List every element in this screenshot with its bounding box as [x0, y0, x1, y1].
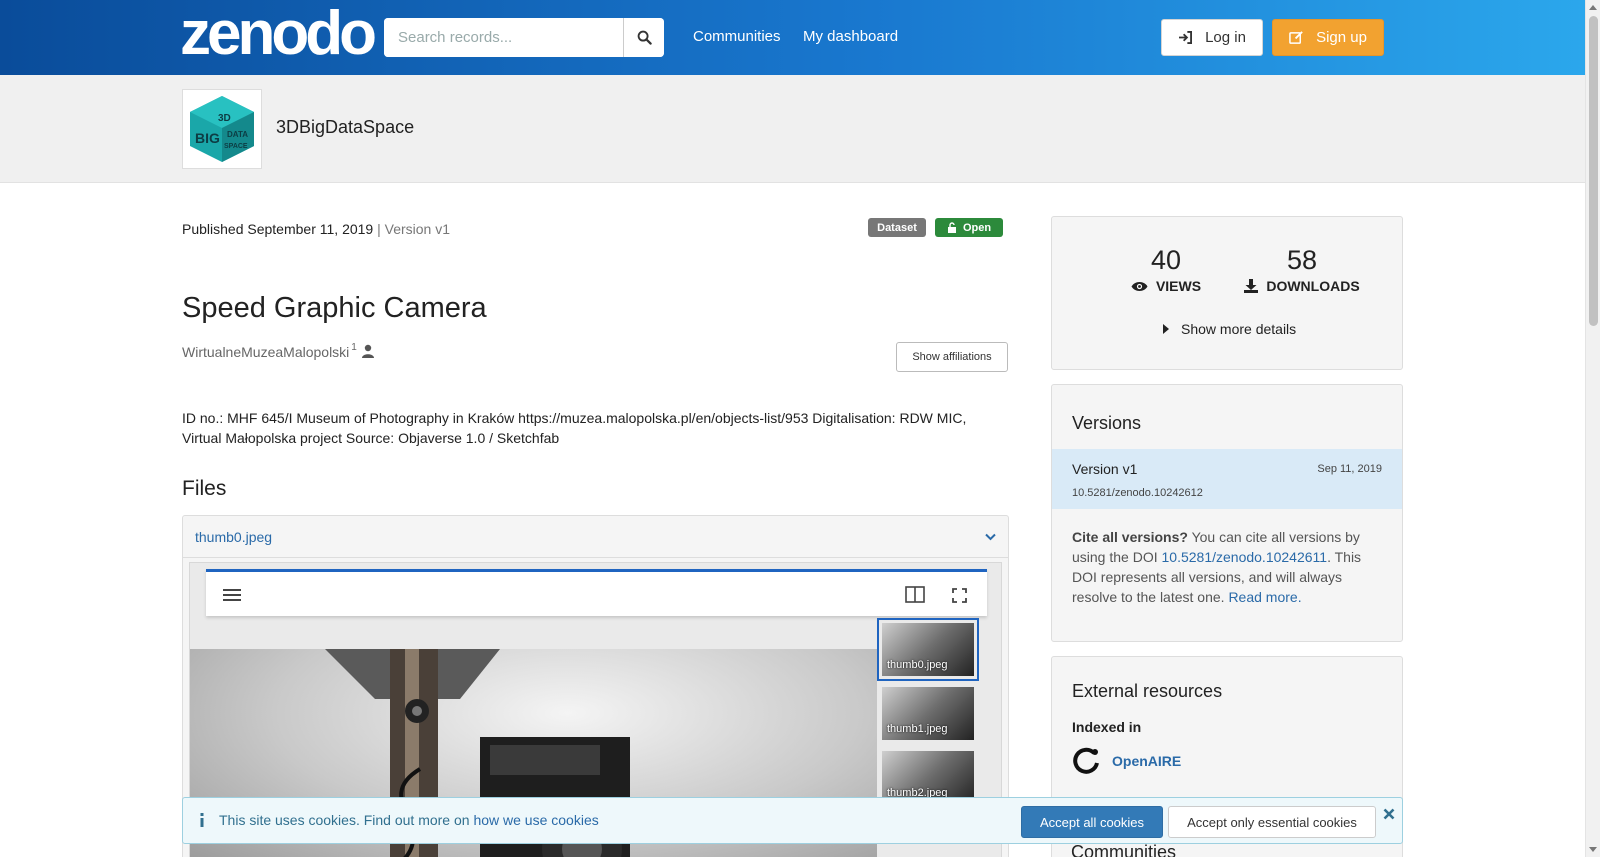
book-icon[interactable]	[905, 586, 925, 604]
downloads-stat: 58 DOWNLOADS	[1242, 245, 1362, 294]
cookie-message: This site uses cookies. Find out more on…	[199, 812, 599, 828]
record-description: ID no.: MHF 645/I Museum of Photography …	[182, 410, 967, 446]
show-more-details[interactable]: Show more details	[1163, 321, 1296, 337]
version-name[interactable]: Version v1	[1072, 461, 1137, 477]
file-name-link[interactable]: thumb0.jpeg	[195, 529, 272, 545]
fullscreen-icon[interactable]	[952, 588, 967, 603]
views-label: VIEWS	[1155, 278, 1202, 294]
viewer-toolbar	[206, 569, 987, 616]
eye-icon	[1131, 281, 1148, 291]
viewer-thumbnail[interactable]: thumb1.jpeg	[882, 687, 974, 740]
show-affiliations-button[interactable]: Show affiliations	[896, 342, 1008, 372]
cookie-policy-link[interactable]: how we use cookies	[473, 812, 598, 828]
record-title: Speed Graphic Camera	[182, 292, 487, 324]
views-label-row: VIEWS	[1116, 278, 1216, 294]
cookie-banner: This site uses cookies. Find out more on…	[182, 797, 1403, 844]
cookie-text-line: This site uses cookies. Find out more on…	[219, 812, 599, 828]
downloads-label-row: DOWNLOADS	[1242, 278, 1362, 294]
creator: WirtualneMuzeaMalopolski 1	[182, 342, 375, 360]
accept-all-cookies-button[interactable]: Accept all cookies	[1021, 806, 1163, 838]
signup-label: Sign up	[1316, 29, 1367, 46]
views-stat: 40 VIEWS	[1116, 245, 1216, 294]
downloads-count: 58	[1286, 245, 1318, 275]
community-logo-cube: 3D BIG DATA SPACE	[190, 96, 254, 162]
version-doi: 10.5281/zenodo.10242612	[1072, 487, 1203, 499]
external-resources-heading: External resources	[1072, 681, 1223, 701]
search-input[interactable]	[384, 18, 623, 57]
info-icon	[200, 813, 204, 827]
scroll-thumb[interactable]	[1589, 16, 1598, 326]
thumbnail-label: thumb1.jpeg	[887, 723, 948, 735]
lock-open-icon	[947, 222, 956, 233]
download-icon	[1244, 279, 1259, 293]
creator-name[interactable]: WirtualneMuzeaMalopolski	[182, 344, 349, 360]
scroll-up-arrow[interactable]	[1589, 5, 1597, 10]
chevron-down-icon[interactable]	[985, 533, 996, 541]
svg-text:3D: 3D	[218, 113, 231, 124]
publication-date: Published September 11, 2019	[182, 221, 374, 237]
files-heading: Files	[182, 477, 227, 500]
sign-in-icon	[1179, 31, 1193, 44]
community-logo[interactable]: 3D BIG DATA SPACE	[182, 89, 262, 169]
openaire-link[interactable]: OpenAIRE	[1072, 747, 1181, 775]
menu-icon[interactable]	[223, 588, 241, 602]
user-icon	[361, 344, 374, 358]
community-name[interactable]: 3DBigDataSpace	[276, 117, 414, 138]
scroll-down-arrow[interactable]	[1589, 847, 1597, 852]
caret-right-icon	[1163, 324, 1169, 334]
login-label: Log in	[1205, 29, 1246, 46]
access-badge: Open	[935, 218, 1003, 237]
search-button[interactable]	[623, 18, 664, 57]
version-item[interactable]: Version v1 Sep 11, 2019 10.5281/zenodo.1…	[1052, 449, 1402, 509]
top-navbar: zenodo Communities My dashboard Log in S…	[0, 0, 1585, 75]
views-count: 40	[1150, 245, 1182, 275]
creator-affiliation-number: 1	[351, 342, 357, 353]
cite-bold: Cite all versions?	[1072, 529, 1188, 545]
edit-icon	[1289, 31, 1303, 44]
versions-panel: Versions Version v1 Sep 11, 2019 10.5281…	[1051, 384, 1403, 642]
svg-text:BIG: BIG	[195, 130, 220, 146]
version-date: Sep 11, 2019	[1317, 463, 1382, 475]
svg-text:SPACE: SPACE	[224, 143, 248, 150]
access-label: Open	[962, 221, 992, 234]
stats-panel: 40 VIEWS 58 DOWNLOADS Show more details	[1051, 216, 1403, 370]
concept-doi-link[interactable]: 10.5281/zenodo.10242611	[1162, 549, 1328, 565]
openaire-icon	[1073, 747, 1099, 774]
zenodo-logo[interactable]: zenodo	[180, 3, 377, 65]
search-bar	[384, 18, 664, 57]
page-scrollbar[interactable]	[1585, 0, 1600, 857]
cite-all-versions: Cite all versions? You can cite all vers…	[1072, 527, 1384, 607]
cookie-text: This site uses cookies. Find out more on	[219, 812, 470, 828]
file-preview-header[interactable]: thumb0.jpeg	[183, 516, 1008, 558]
openaire-label: OpenAIRE	[1112, 753, 1182, 769]
community-header: 3D BIG DATA SPACE 3DBigDataSpace	[0, 75, 1585, 183]
show-more-details-label: Show more details	[1181, 321, 1297, 337]
search-icon	[637, 30, 652, 45]
login-button[interactable]: Log in	[1161, 19, 1263, 56]
versions-heading: Versions	[1072, 413, 1142, 433]
nav-communities[interactable]: Communities	[693, 28, 781, 45]
nav-my-dashboard[interactable]: My dashboard	[803, 28, 898, 45]
viewer-thumbnail[interactable]: thumb0.jpeg	[877, 618, 979, 681]
signup-button[interactable]: Sign up	[1272, 19, 1384, 56]
indexed-in-label: Indexed in	[1072, 719, 1142, 735]
accept-essential-cookies-button[interactable]: Accept only essential cookies	[1168, 806, 1376, 838]
resource-type-badge: Dataset	[868, 218, 926, 237]
downloads-label: DOWNLOADS	[1266, 278, 1360, 294]
thumbnail-label: thumb0.jpeg	[887, 659, 948, 671]
svg-text:DATA: DATA	[227, 130, 248, 139]
communities-heading: Communities	[1071, 842, 1177, 857]
close-icon[interactable]	[1383, 808, 1395, 820]
read-more-link[interactable]: Read more.	[1228, 589, 1301, 605]
publication-line: Published September 11, 2019 | Version v…	[182, 221, 450, 237]
version-label: | Version v1	[377, 221, 451, 237]
